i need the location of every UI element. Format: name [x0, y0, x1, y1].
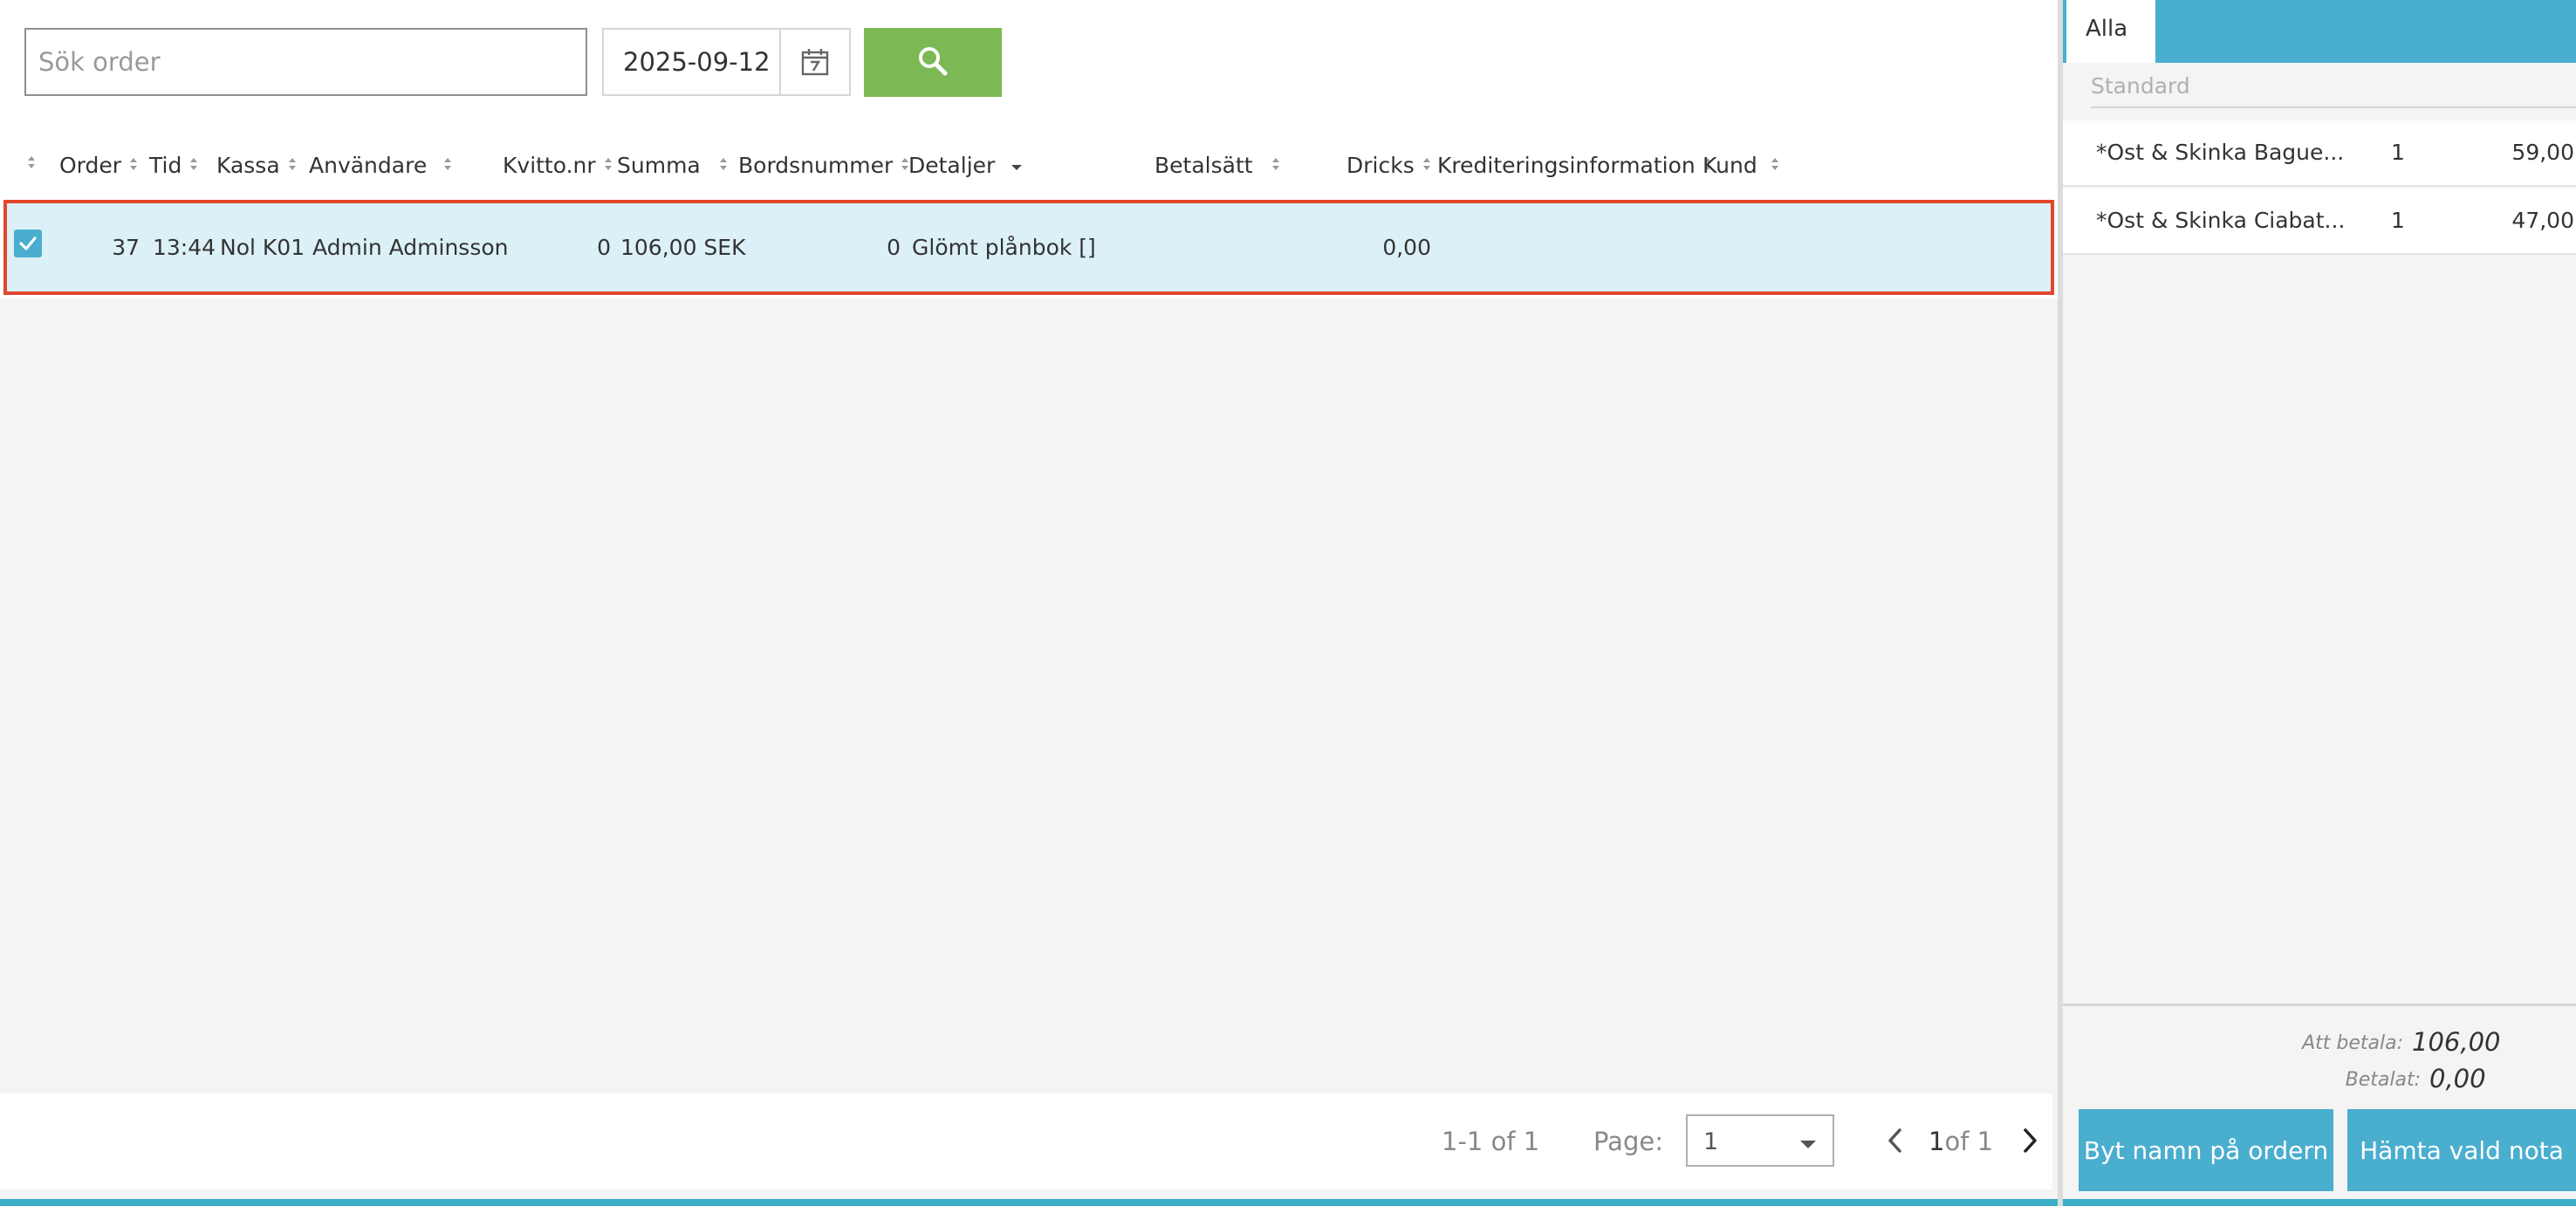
row-checkbox[interactable] [14, 230, 42, 257]
search-icon [915, 44, 950, 81]
calendar-icon[interactable] [779, 30, 849, 94]
column-header-anvandare[interactable]: Användare [309, 119, 453, 206]
column-header-detaljer[interactable]: Detaljer [908, 119, 1023, 206]
page-label: Page: [1593, 1127, 1663, 1156]
column-header-bordsnummer[interactable]: Bordsnummer [738, 119, 910, 206]
caret-down-icon [1799, 1137, 1817, 1154]
att-betala-label: Att betala: [2302, 1032, 2403, 1054]
item-name: *Ost & Skinka Ciabat... [2096, 208, 2346, 233]
column-header-betalsatt[interactable]: Betalsätt [1154, 119, 1281, 206]
sort-icon [287, 118, 298, 212]
betalat-label: Betalat: [2345, 1069, 2421, 1091]
page-select[interactable]: 1 [1686, 1114, 1834, 1167]
cell-kvitto: 0 [597, 235, 611, 260]
receipt-pane: Alla Standard *Ost & Skinka Bague... 1 5… [2063, 0, 2576, 1199]
total-pages: of 1 [1944, 1127, 1994, 1156]
check-icon [19, 236, 37, 250]
sort-icon [1422, 118, 1432, 212]
table-row[interactable]: 37 13:44 Nol K01 Admin Adminsson 0 106,0… [3, 200, 2054, 295]
section-label-standard: Standard [2091, 73, 2190, 99]
item-quantity: 1 [2391, 140, 2405, 165]
sort-icon [128, 118, 139, 212]
section-divider [2091, 106, 2576, 108]
betalat-value: 0,00 [2429, 1064, 2486, 1093]
column-header-tid[interactable]: Tid [149, 119, 199, 206]
sort-icon [1271, 118, 1281, 212]
select-column-sort-icon[interactable] [26, 119, 37, 206]
column-header-kassa[interactable]: Kassa [216, 119, 298, 206]
bottom-accent-bar [0, 1199, 2576, 1206]
item-price: 47,00 [2511, 208, 2574, 233]
column-header-summa[interactable]: Summa [617, 119, 729, 206]
order-list-pane: 2025-09-12 Order [0, 0, 2058, 1206]
current-page: 1 [1929, 1127, 1945, 1156]
att-betala-value: 106,00 [2412, 1027, 2501, 1057]
cell-bordsnummer: 0 [887, 235, 901, 260]
search-button[interactable] [864, 28, 1002, 97]
receipt-item[interactable]: *Ost & Skinka Ciabat... 1 47,00 [2063, 188, 2576, 255]
cell-order: 37 [112, 235, 140, 260]
tab-alla[interactable]: Alla [2066, 0, 2155, 63]
pagination-range: 1-1 of 1 [1442, 1127, 1540, 1156]
totals-section: Att betala: 106,00 Betalat: 0,00 Byt nam… [2063, 1004, 2576, 1199]
sort-icon [188, 118, 199, 212]
sort-icon [442, 118, 453, 212]
cell-anvandare: Admin Adminsson [312, 235, 509, 260]
sort-icon [718, 118, 729, 212]
column-header-dricks[interactable]: Dricks [1346, 119, 1432, 206]
sort-icon [1770, 118, 1780, 212]
date-picker[interactable]: 2025-09-12 [602, 28, 851, 96]
table-header: Order Tid Kassa Användare Kvitto.nr Summ… [0, 119, 2058, 206]
fetch-selected-bill-button[interactable]: Hämta vald nota [2347, 1109, 2576, 1191]
sort-desc-icon [1011, 118, 1023, 212]
item-price: 59,00 [2511, 140, 2574, 165]
rename-order-button[interactable]: Byt namn på ordern [2079, 1109, 2333, 1191]
receipt-item[interactable]: *Ost & Skinka Bague... 1 59,00 [2063, 120, 2576, 187]
column-header-order[interactable]: Order [59, 119, 139, 206]
cell-detaljer: Glömt plånbok [] [912, 235, 1096, 260]
search-order-input[interactable] [24, 28, 587, 96]
cell-tid: 13:44 [153, 235, 216, 260]
column-header-kvitto[interactable]: Kvitto.nr [503, 119, 613, 206]
page-indicator: 1of 1 [1929, 1093, 1993, 1189]
pagination-bar: 1-1 of 1 Page: 1 1of 1 [0, 1093, 2052, 1189]
cell-kassa: Nol K01 [220, 235, 305, 260]
receipt-tab-bar: Alla [2063, 0, 2576, 63]
cell-summa: 106,00 SEK [620, 235, 746, 260]
chevron-right-icon [2024, 1128, 2037, 1153]
search-toolbar: 2025-09-12 [0, 0, 2058, 119]
chevron-left-icon [1888, 1128, 1901, 1153]
column-header-kund[interactable]: Kund [1702, 119, 1780, 206]
item-name: *Ost & Skinka Bague... [2096, 140, 2345, 165]
previous-page-button[interactable] [1885, 1127, 1904, 1158]
item-quantity: 1 [2391, 208, 2405, 233]
sort-icon [603, 118, 613, 212]
next-page-button[interactable] [2021, 1127, 2040, 1158]
page-select-value: 1 [1703, 1128, 1719, 1155]
date-value: 2025-09-12 [623, 47, 771, 77]
cell-dricks: 0,00 [1382, 235, 1431, 260]
column-header-kreditering[interactable]: Krediteringsinformation [1437, 119, 1713, 206]
